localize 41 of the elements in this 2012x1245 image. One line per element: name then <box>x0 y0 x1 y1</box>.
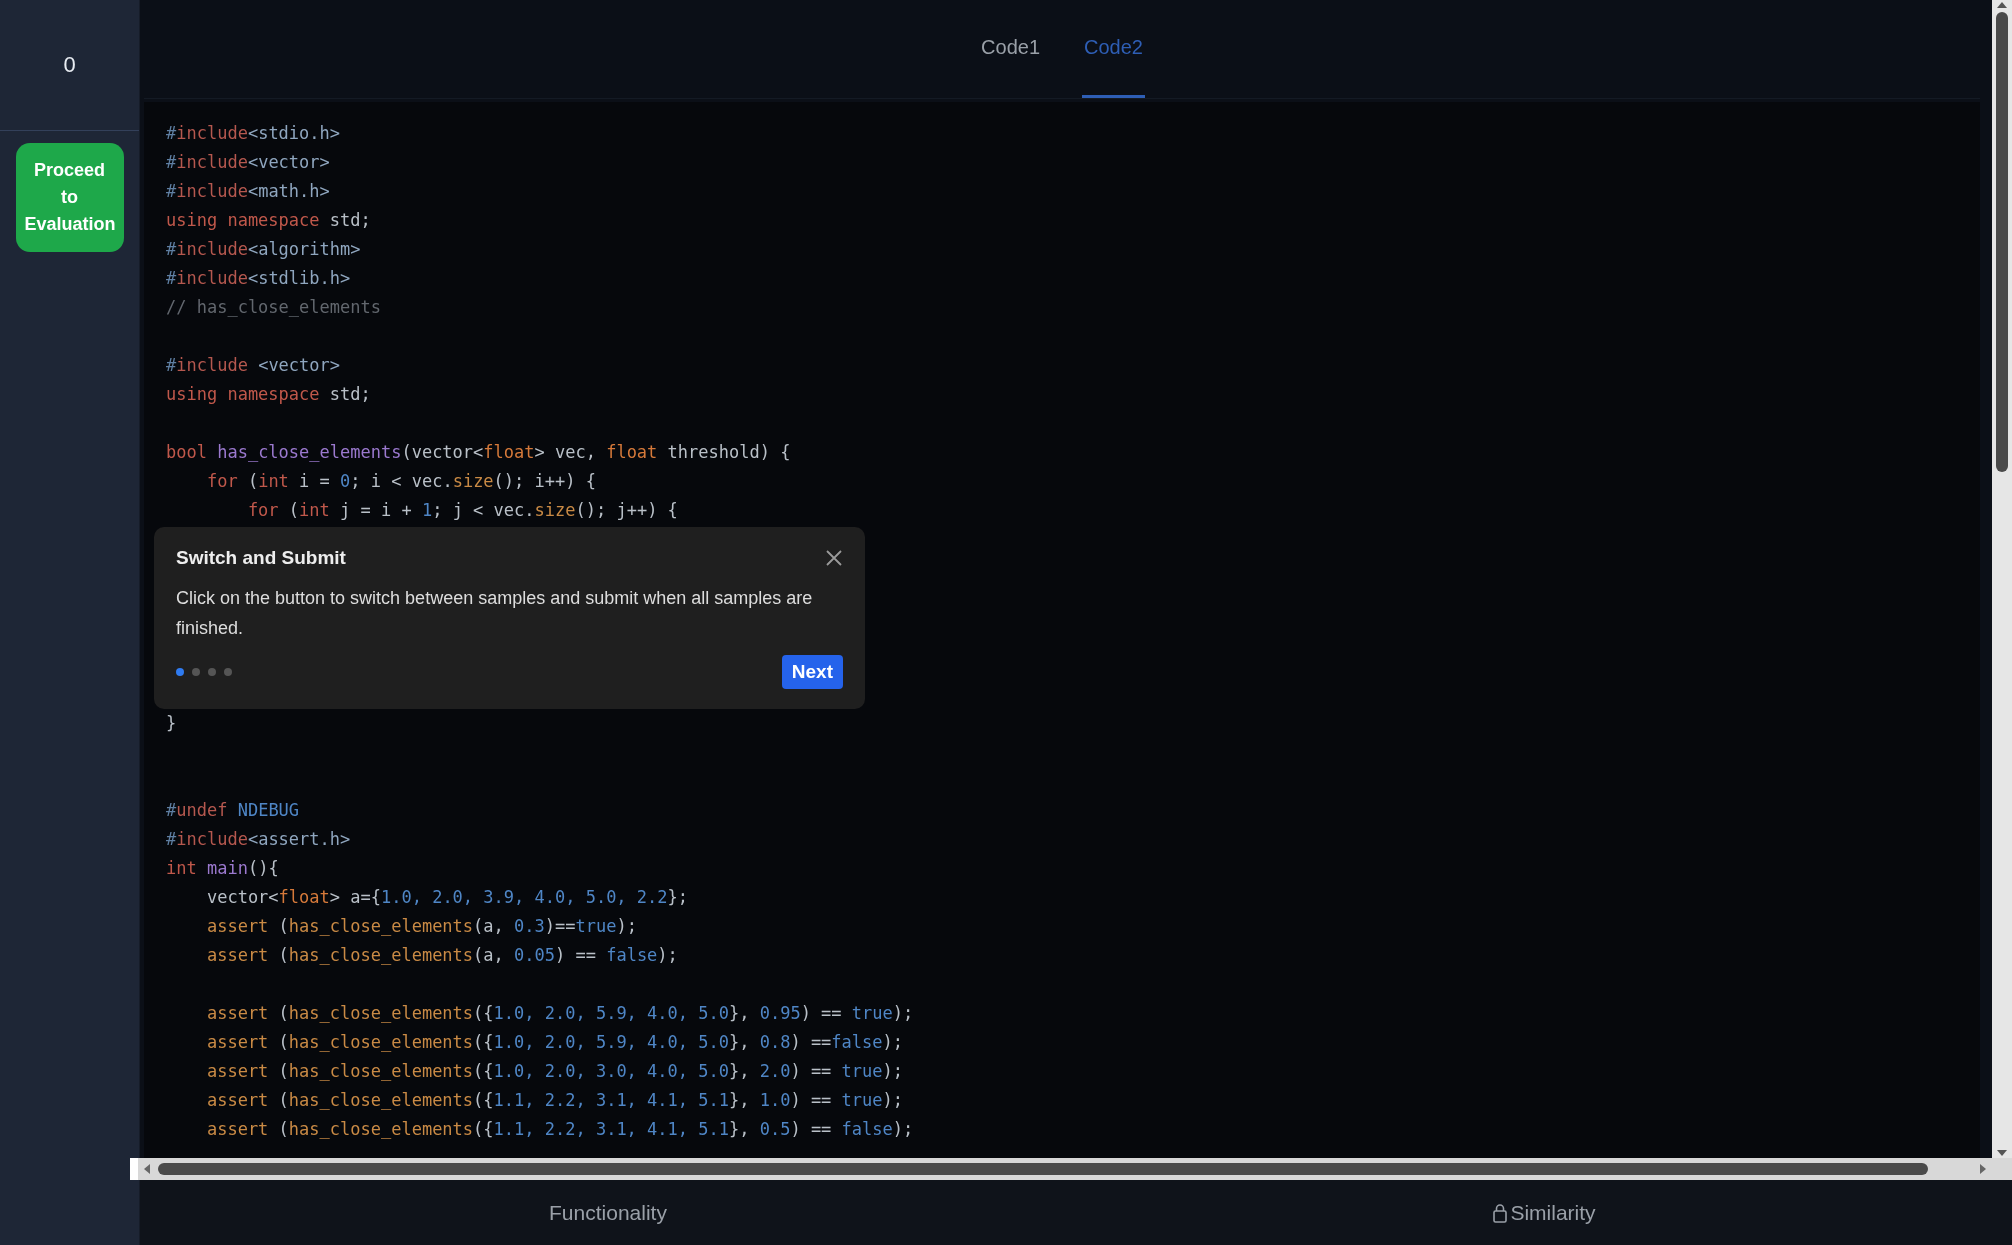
code-line: vector<float> a={1.0, 2.0, 3.9, 4.0, 5.0, 2.2}; <box>205 886 690 909</box>
code-line: #include<vector> <box>166 151 331 174</box>
code-line: for (int j = i + 1; j < vec.size(); j++) { <box>246 499 679 522</box>
code-line: #include<math.h> <box>166 180 331 203</box>
code-line: #include<algorithm> <box>166 238 362 261</box>
counter: 0 <box>63 52 76 78</box>
code-line: #include<stdio.h> <box>166 122 342 145</box>
popover-title: Switch and Submit <box>176 547 346 569</box>
code-line: #undef NDEBUG <box>166 799 301 822</box>
code-line: for (int i = 0; i < vec.size(); i++) { <box>205 470 597 493</box>
code-line: int main(){ <box>166 857 280 880</box>
left-arrow-icon[interactable] <box>142 1163 152 1175</box>
next-button[interactable]: Next <box>781 655 843 689</box>
code-line: #include<stdlib.h> <box>166 267 352 290</box>
vertical-scrollbar[interactable] <box>1992 0 2012 1158</box>
code-line: using namespace std; <box>166 209 372 232</box>
close-icon[interactable] <box>825 549 843 567</box>
code-line: assert (has_close_elements(a, 0.05) == false); <box>205 944 679 967</box>
code-line: assert (has_close_elements({1.0, 2.0, 5.9, 4.0, 5.0}, 0.95) == true); <box>205 1002 915 1025</box>
code-line: bool has_close_elements(vector<float> vec, float threshold) { <box>166 441 792 464</box>
code-line: // has_close_elements <box>166 296 382 319</box>
code-line: assert (has_close_elements({1.1, 2.2, 3.1, 4.1, 5.1}, 1.0) == true); <box>205 1089 905 1112</box>
code-line: #include<assert.h> <box>166 828 352 851</box>
up-arrow-icon[interactable] <box>1996 0 2008 10</box>
bottom-tab[interactable]: Functionality <box>140 1180 1076 1245</box>
lock-icon <box>1492 1202 1509 1223</box>
code-line: #include <vector> <box>166 354 342 377</box>
code-tab[interactable]: Code1 <box>979 0 1042 98</box>
popover-text: Click on the button to switch between samples and submit when all samples are finished. <box>176 587 814 640</box>
code-line: } <box>166 712 178 735</box>
code-line: assert (has_close_elements(a, 0.3)==true); <box>205 915 638 938</box>
code-line: assert (has_close_elements({1.0, 2.0, 5.9, 4.0, 5.0}, 0.8) ==false); <box>205 1031 905 1054</box>
right-arrow-icon[interactable] <box>1978 1163 1988 1175</box>
code-line: assert (has_close_elements({1.1, 2.2, 3.1, 4.1, 5.1}, 0.5) == false); <box>205 1118 915 1141</box>
scrollbar-thumb[interactable] <box>158 1163 1928 1175</box>
horizontal-scrollbar[interactable] <box>130 1158 2012 1180</box>
code-line: assert (has_close_elements({1.0, 2.0, 3.0, 4.0, 5.0}, 2.0) == true); <box>205 1060 905 1083</box>
down-arrow-icon[interactable] <box>1996 1148 2008 1158</box>
bottom-tab[interactable]: Similarity <box>1076 1180 2012 1245</box>
code-line: using namespace std; <box>166 383 372 406</box>
scrollbar-thumb[interactable] <box>1996 12 2008 472</box>
